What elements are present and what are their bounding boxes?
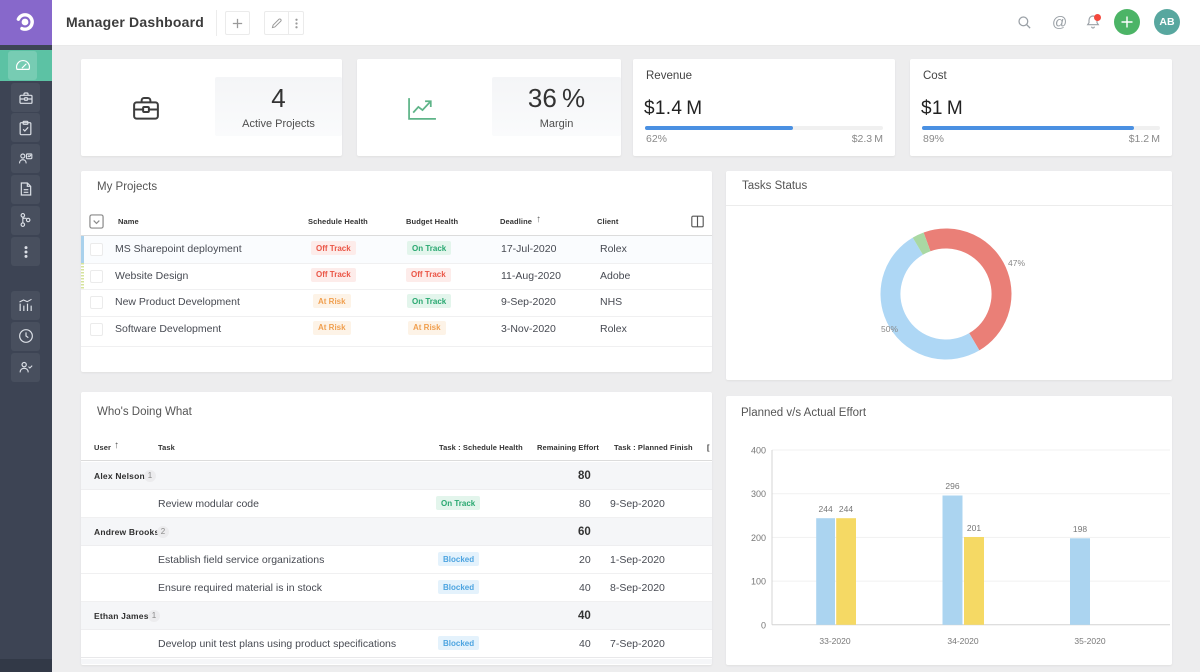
svg-text:244: 244 xyxy=(819,504,833,514)
svg-text:198: 198 xyxy=(1073,524,1087,534)
svg-text:33-2020: 33-2020 xyxy=(819,636,850,646)
svg-text:244: 244 xyxy=(839,504,853,514)
svg-text:296: 296 xyxy=(945,481,959,491)
svg-text:201: 201 xyxy=(967,523,981,533)
svg-text:0: 0 xyxy=(761,620,766,630)
svg-text:200: 200 xyxy=(751,533,766,543)
svg-text:100: 100 xyxy=(751,577,766,587)
svg-text:400: 400 xyxy=(751,446,766,456)
svg-text:300: 300 xyxy=(751,489,766,499)
svg-text:35-2020: 35-2020 xyxy=(1074,636,1105,646)
svg-text:34-2020: 34-2020 xyxy=(947,636,978,646)
